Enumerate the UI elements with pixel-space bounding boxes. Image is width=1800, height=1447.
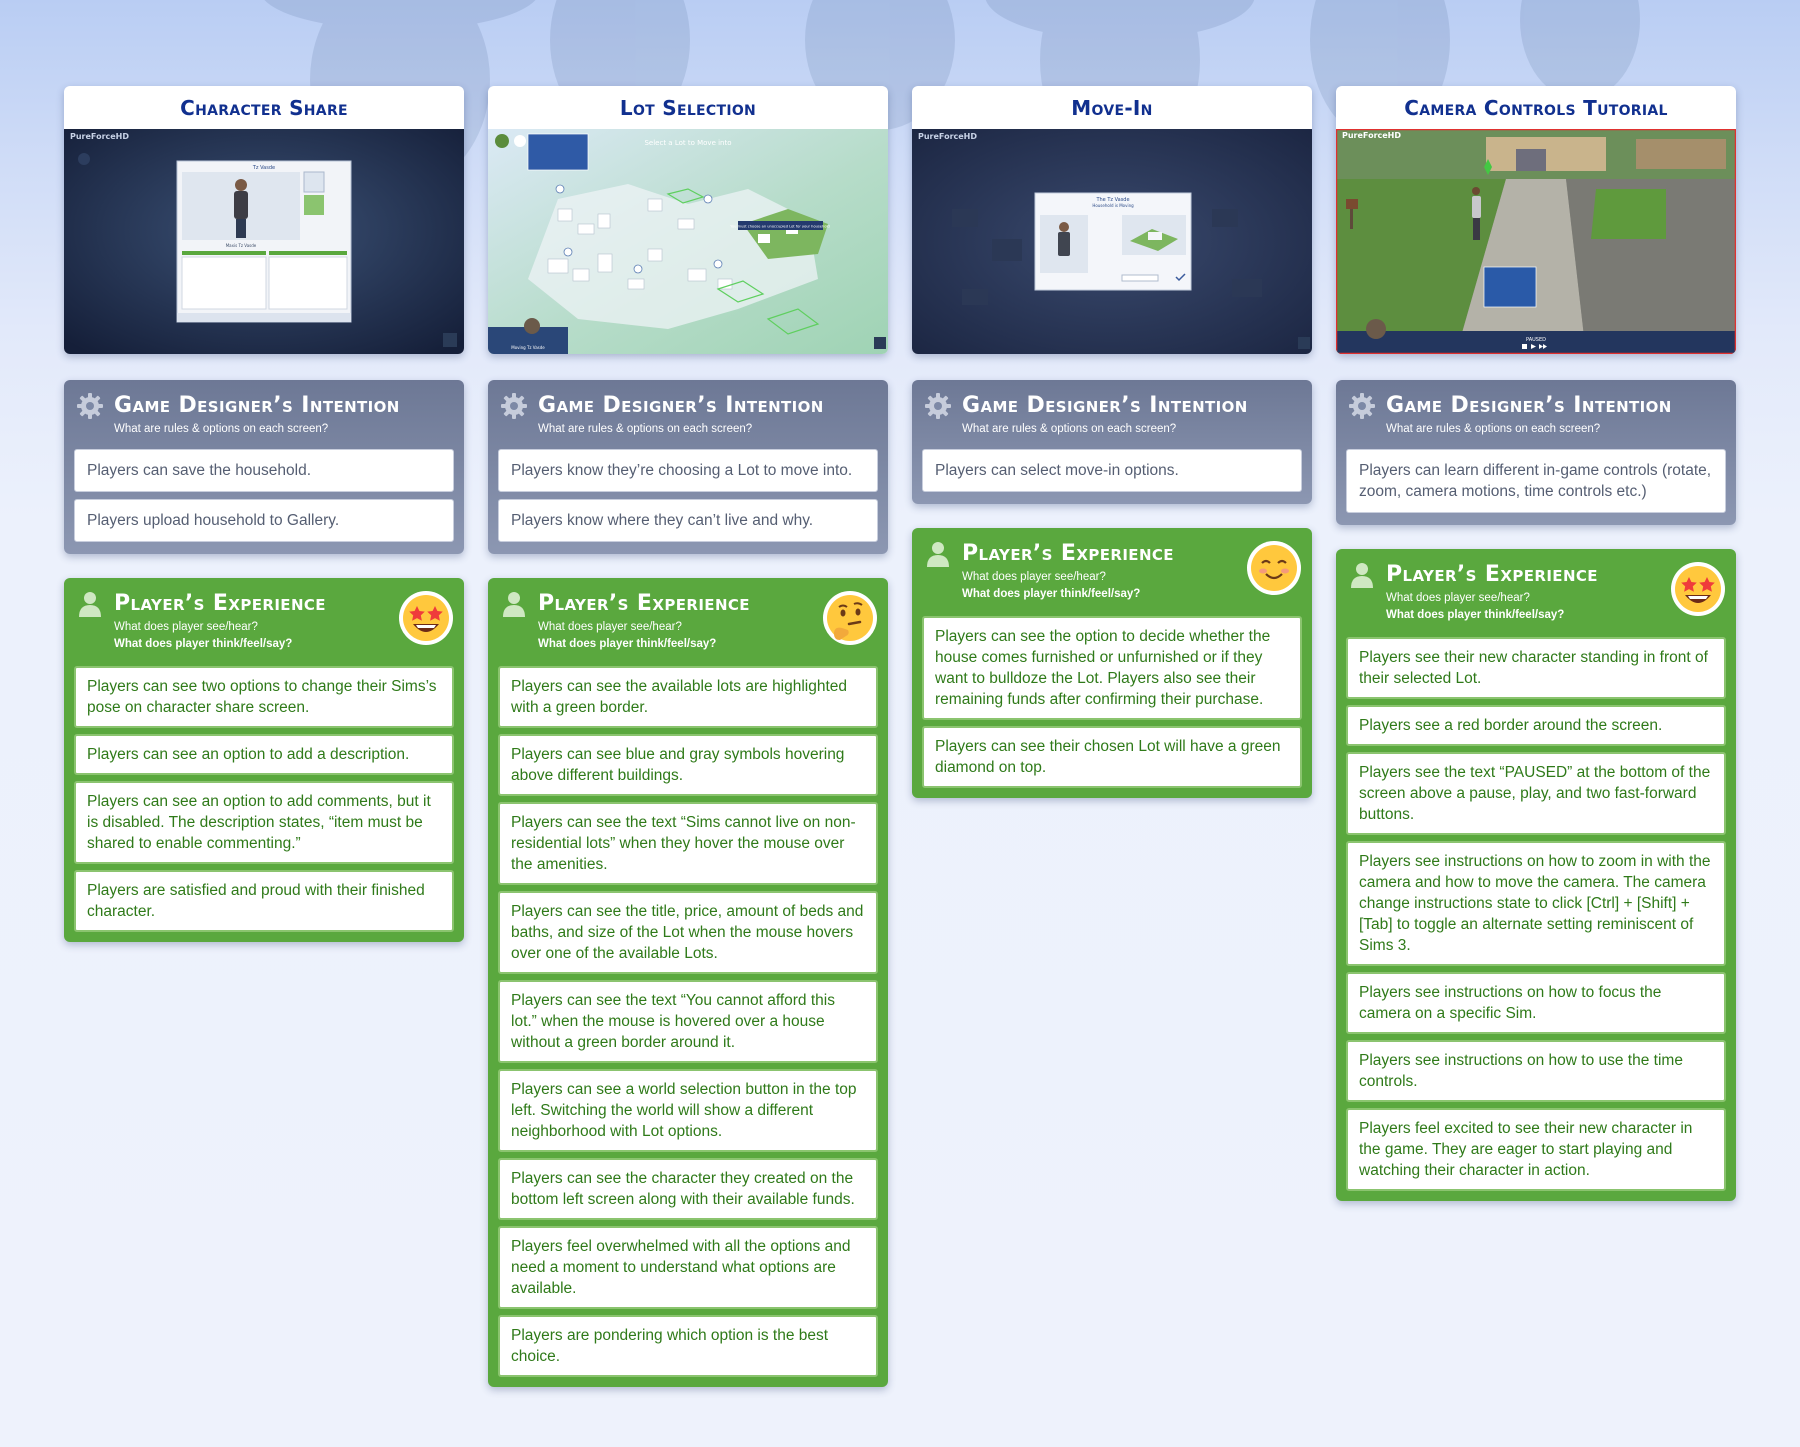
experience-item: Players feel overwhelmed with all the op… xyxy=(498,1226,878,1309)
experience-item: Players see instructions on how to focus… xyxy=(1346,972,1726,1034)
intention-subtitle: What are rules & options on each screen? xyxy=(1386,423,1601,435)
player-experience-card: Player’s Experience What does player see… xyxy=(488,578,888,1387)
intention-title: Game Designer’s Intention xyxy=(114,393,400,418)
screenshot-card: Character Share PureForceHD Tz Vasde Max… xyxy=(64,86,464,354)
designer-intention-card: Game Designer’s Intention What are rules… xyxy=(488,380,888,554)
experience-item: Players are satisfied and proud with the… xyxy=(74,870,454,932)
experience-item: Players can see the option to decide whe… xyxy=(922,616,1302,720)
experience-item: Players can see an option to add comment… xyxy=(74,781,454,864)
experience-title: Player’s Experience xyxy=(114,591,326,616)
column-move-in: Move-In PureForceHD The Tz Vasde Househo… xyxy=(912,86,1312,798)
experience-item: Players can see blue and gray symbols ho… xyxy=(498,734,878,796)
intention-item: Players can save the household. xyxy=(74,449,454,492)
experience-item: Players can see a world selection button… xyxy=(498,1069,878,1152)
experience-subtitle-think: What does player think/feel/say? xyxy=(538,638,717,650)
intention-item: Players upload household to Gallery. xyxy=(74,499,454,542)
person-icon xyxy=(927,542,949,567)
experience-title: Player’s Experience xyxy=(538,591,750,616)
intention-item: Players can learn different in-game cont… xyxy=(1346,449,1726,513)
intention-item: Players know where they can’t live and w… xyxy=(498,499,878,542)
experience-item: Players see their new character standing… xyxy=(1346,637,1726,699)
intention-title: Game Designer’s Intention xyxy=(1386,393,1672,418)
smiling-face-emoji-icon xyxy=(1247,541,1301,595)
designer-intention-card: Game Designer’s Intention What are rules… xyxy=(64,380,464,554)
intention-title: Game Designer’s Intention xyxy=(538,393,824,418)
funds-label: Moving Tz Vasde xyxy=(511,345,545,350)
watermark: PureForceHD xyxy=(918,132,977,141)
player-experience-card: Player’s Experience What does player see… xyxy=(64,578,464,942)
watermark: PureForceHD xyxy=(70,132,129,141)
experience-item: Players can see the available lots are h… xyxy=(498,666,878,728)
experience-subtitle-see: What does player see/hear? xyxy=(538,621,682,633)
character-share-screenshot: PureForceHD Tz Vasde Maxis Tz Vasde xyxy=(64,129,464,354)
experience-subtitle-see: What does player see/hear? xyxy=(962,571,1106,583)
camera-tutorial-screenshot: PAUSED PureForceHD xyxy=(1336,129,1736,354)
screen-title: Lot Selection xyxy=(619,95,757,120)
experience-item: Players see the text “PAUSED” at the bot… xyxy=(1346,752,1726,835)
star-struck-emoji-icon xyxy=(399,591,453,645)
intention-item: Players can select move-in options. xyxy=(922,449,1302,492)
watermark: PureForceHD xyxy=(1342,131,1401,140)
gear-icon xyxy=(77,393,103,419)
experience-item: Players can see the text “Sims cannot li… xyxy=(498,802,878,885)
screenshot-card: Move-In PureForceHD The Tz Vasde Househo… xyxy=(912,86,1312,354)
column-lot-selection: Lot Selection Select a Lot to Move into … xyxy=(488,86,888,1387)
dialog-subtitle: Household is Moving xyxy=(1092,203,1134,208)
person-icon xyxy=(503,592,525,617)
experience-item: Players see a red border around the scre… xyxy=(1346,705,1726,746)
paused-label: PAUSED xyxy=(1526,337,1546,343)
experience-item: Players are pondering which option is th… xyxy=(498,1315,878,1377)
lot-tooltip: You must choose an unoccupied Lot for yo… xyxy=(730,225,830,229)
window-header: Tz Vasde xyxy=(252,165,275,171)
map-heading: Select a Lot to Move into xyxy=(644,139,731,147)
player-experience-card: Player’s Experience What does player see… xyxy=(1336,549,1736,1201)
screen-title: Character Share xyxy=(180,95,348,120)
person-icon xyxy=(79,592,101,617)
screen-title: Move-In xyxy=(1071,95,1153,120)
intention-title: Game Designer’s Intention xyxy=(962,393,1248,418)
experience-item: Players see instructions on how to use t… xyxy=(1346,1040,1726,1102)
intention-subtitle: What are rules & options on each screen? xyxy=(114,423,329,435)
intention-item: Players know they’re choosing a Lot to m… xyxy=(498,449,878,492)
screenshot-card: Lot Selection Select a Lot to Move into … xyxy=(488,86,888,354)
thinking-face-emoji-icon xyxy=(823,591,877,645)
experience-item: Players can see the character they creat… xyxy=(498,1158,878,1220)
experience-subtitle-see: What does player see/hear? xyxy=(114,621,258,633)
player-experience-card: Player’s Experience What does player see… xyxy=(912,528,1312,798)
experience-item: Players can see two options to change th… xyxy=(74,666,454,728)
person-icon xyxy=(1351,563,1373,588)
experience-item: Players can see their chosen Lot will ha… xyxy=(922,726,1302,788)
star-struck-emoji-icon xyxy=(1671,562,1725,616)
experience-subtitle-see: What does player see/hear? xyxy=(1386,592,1530,604)
intention-subtitle: What are rules & options on each screen? xyxy=(962,423,1177,435)
gear-icon xyxy=(925,393,951,419)
screen-title: Camera Controls Tutorial xyxy=(1404,95,1668,120)
experience-title: Player’s Experience xyxy=(962,541,1174,566)
experience-subtitle-think: What does player think/feel/say? xyxy=(114,638,293,650)
experience-item: Players can see an option to add a descr… xyxy=(74,734,454,775)
experience-item: Players see instructions on how to zoom … xyxy=(1346,841,1726,966)
designer-intention-card: Game Designer’s Intention What are rules… xyxy=(912,380,1312,504)
designer-intention-card: Game Designer’s Intention What are rules… xyxy=(1336,380,1736,525)
experience-item: Players feel excited to see their new ch… xyxy=(1346,1108,1726,1191)
caption: Maxis Tz Vasde xyxy=(226,243,257,248)
screenshot-card: Camera Controls Tutorial PAUSED PureForc… xyxy=(1336,86,1736,354)
column-camera-controls-tutorial: Camera Controls Tutorial PAUSED PureForc… xyxy=(1336,86,1736,1201)
experience-item: Players can see the title, price, amount… xyxy=(498,891,878,974)
intention-subtitle: What are rules & options on each screen? xyxy=(538,423,753,435)
experience-item: Players can see the text “You cannot aff… xyxy=(498,980,878,1063)
column-character-share: Character Share PureForceHD Tz Vasde Max… xyxy=(64,86,464,942)
gear-icon xyxy=(501,393,527,419)
move-in-screenshot: PureForceHD The Tz Vasde Household is Mo… xyxy=(912,129,1312,354)
experience-subtitle-think: What does player think/feel/say? xyxy=(1386,609,1565,621)
experience-title: Player’s Experience xyxy=(1386,562,1598,587)
lot-selection-screenshot: Select a Lot to Move into You must choos… xyxy=(488,129,888,354)
experience-subtitle-think: What does player think/feel/say? xyxy=(962,588,1141,600)
gear-icon xyxy=(1349,393,1375,419)
